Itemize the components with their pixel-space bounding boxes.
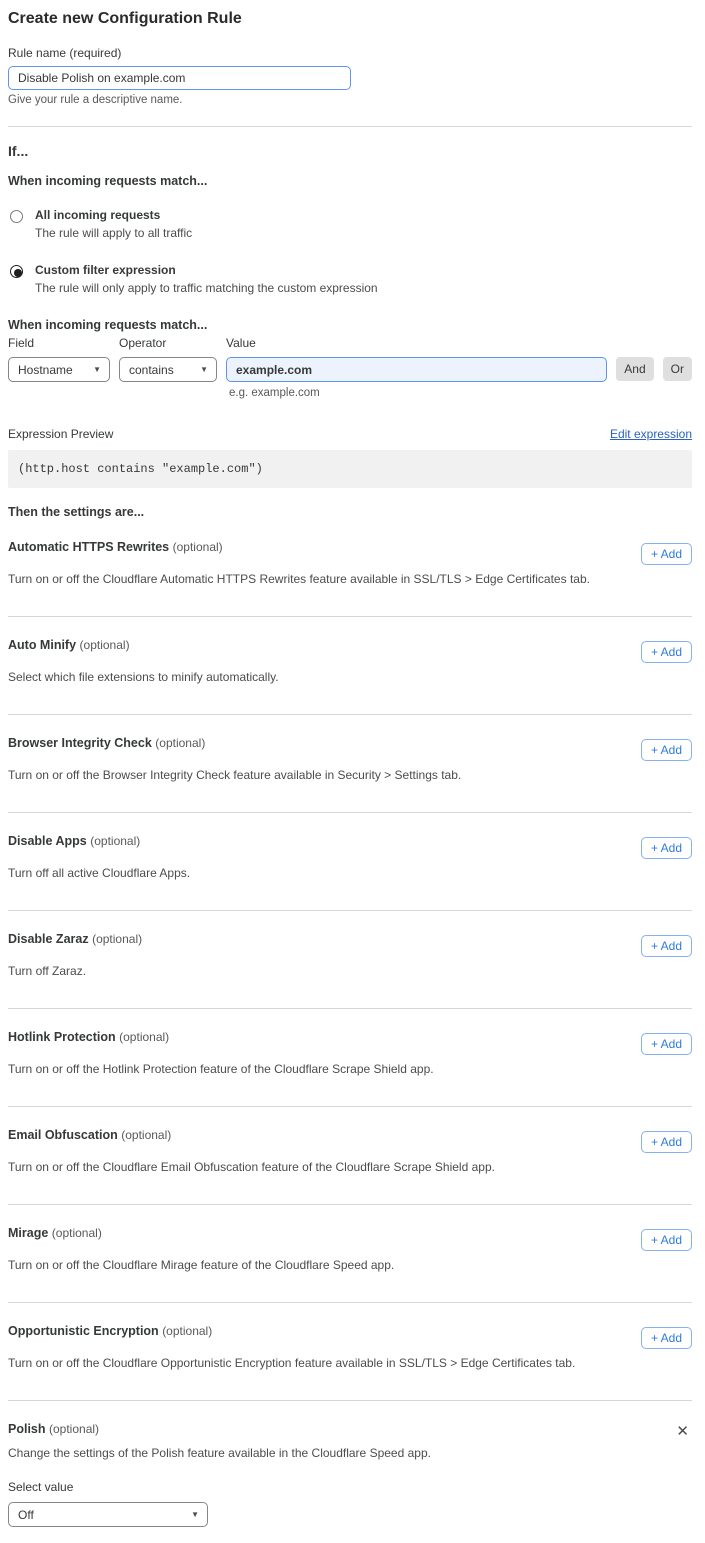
radio-all-incoming-requests[interactable]: All incoming requests The rule will appl… bbox=[8, 208, 692, 240]
setting-description: Select which file extensions to minify a… bbox=[8, 670, 692, 714]
add-button[interactable]: + Add bbox=[641, 641, 692, 663]
operator-select[interactable]: contains ▼ bbox=[119, 357, 217, 382]
expression-preview-code: (http.host contains "example.com") bbox=[8, 450, 692, 488]
select-value-label: Select value bbox=[8, 1480, 692, 1494]
add-button[interactable]: + Add bbox=[641, 1033, 692, 1055]
setting-title: Opportunistic Encryption (optional) bbox=[8, 1324, 212, 1338]
setting-title: Polish (optional) bbox=[8, 1422, 99, 1436]
setting-row-browser-integrity-check: Browser Integrity Check (optional) + Add… bbox=[8, 715, 692, 813]
setting-title: Email Obfuscation (optional) bbox=[8, 1128, 171, 1142]
radio-label: All incoming requests bbox=[35, 208, 192, 223]
radio-selected-icon[interactable] bbox=[10, 265, 23, 278]
setting-title: Mirage (optional) bbox=[8, 1226, 102, 1240]
setting-description: Change the settings of the Polish featur… bbox=[8, 1446, 692, 1460]
setting-description: Turn off all active Cloudflare Apps. bbox=[8, 866, 692, 910]
setting-description: Turn on or off the Cloudflare Opportunis… bbox=[8, 1356, 692, 1400]
field-select-value: Hostname bbox=[18, 363, 73, 377]
expression-builder-label: When incoming requests match... bbox=[8, 318, 692, 332]
and-button[interactable]: And bbox=[616, 357, 653, 381]
chevron-down-icon: ▼ bbox=[191, 1510, 199, 1519]
optional-label: (optional) bbox=[80, 638, 130, 652]
optional-label: (optional) bbox=[49, 1422, 99, 1436]
setting-description: Turn on or off the Cloudflare Email Obfu… bbox=[8, 1160, 692, 1204]
setting-description: Turn on or off the Browser Integrity Che… bbox=[8, 768, 692, 812]
setting-title: Auto Minify (optional) bbox=[8, 638, 130, 652]
setting-row-automatic-https-rewrites: Automatic HTTPS Rewrites (optional) + Ad… bbox=[8, 519, 692, 617]
add-button[interactable]: + Add bbox=[641, 1327, 692, 1349]
expression-builder-row: Field Hostname ▼ Operator contains ▼ Val… bbox=[8, 336, 692, 382]
radio-unselected-icon[interactable] bbox=[10, 210, 23, 223]
setting-title: Disable Apps (optional) bbox=[8, 834, 140, 848]
field-label: Field bbox=[8, 336, 110, 350]
optional-label: (optional) bbox=[119, 1030, 169, 1044]
operator-select-value: contains bbox=[129, 363, 174, 377]
add-button[interactable]: + Add bbox=[641, 1229, 692, 1251]
setting-row-opportunistic-encryption: Opportunistic Encryption (optional) + Ad… bbox=[8, 1303, 692, 1401]
optional-label: (optional) bbox=[121, 1128, 171, 1142]
incoming-match-label: When incoming requests match... bbox=[8, 174, 692, 188]
polish-select-value: Off bbox=[18, 1508, 34, 1522]
optional-label: (optional) bbox=[52, 1226, 102, 1240]
rule-name-input[interactable] bbox=[8, 66, 351, 90]
or-button[interactable]: Or bbox=[663, 357, 692, 381]
rule-name-label: Rule name (required) bbox=[8, 46, 692, 60]
value-input[interactable] bbox=[226, 357, 607, 382]
value-label: Value bbox=[226, 336, 607, 350]
setting-row-auto-minify: Auto Minify (optional) + Add Select whic… bbox=[8, 617, 692, 715]
close-icon[interactable]: ✕ bbox=[676, 1425, 689, 1439]
setting-title: Automatic HTTPS Rewrites (optional) bbox=[8, 540, 223, 554]
setting-title: Disable Zaraz (optional) bbox=[8, 932, 142, 946]
setting-description: Turn off Zaraz. bbox=[8, 964, 692, 1008]
radio-custom-filter-expression[interactable]: Custom filter expression The rule will o… bbox=[8, 263, 692, 295]
rule-name-helper: Give your rule a descriptive name. bbox=[8, 94, 692, 106]
setting-row-mirage: Mirage (optional) + Add Turn on or off t… bbox=[8, 1205, 692, 1303]
divider bbox=[8, 126, 692, 127]
setting-row-disable-apps: Disable Apps (optional) + Add Turn off a… bbox=[8, 813, 692, 911]
radio-description: The rule will only apply to traffic matc… bbox=[35, 281, 378, 295]
then-settings-heading: Then the settings are... bbox=[8, 505, 692, 519]
setting-row-hotlink-protection: Hotlink Protection (optional) + Add Turn… bbox=[8, 1009, 692, 1107]
radio-description: The rule will apply to all traffic bbox=[35, 226, 192, 240]
polish-value-select[interactable]: Off ▼ bbox=[8, 1502, 208, 1527]
add-button[interactable]: + Add bbox=[641, 837, 692, 859]
add-button[interactable]: + Add bbox=[641, 935, 692, 957]
add-button[interactable]: + Add bbox=[641, 1131, 692, 1153]
setting-title: Browser Integrity Check (optional) bbox=[8, 736, 205, 750]
edit-expression-link[interactable]: Edit expression bbox=[610, 427, 692, 441]
setting-description: Turn on or off the Cloudflare Automatic … bbox=[8, 572, 692, 616]
add-button[interactable]: + Add bbox=[641, 543, 692, 565]
optional-label: (optional) bbox=[92, 932, 142, 946]
chevron-down-icon: ▼ bbox=[200, 365, 208, 374]
optional-label: (optional) bbox=[90, 834, 140, 848]
setting-description: Turn on or off the Cloudflare Mirage fea… bbox=[8, 1258, 692, 1302]
setting-row-email-obfuscation: Email Obfuscation (optional) + Add Turn … bbox=[8, 1107, 692, 1205]
field-select[interactable]: Hostname ▼ bbox=[8, 357, 110, 382]
value-helper: e.g. example.com bbox=[229, 387, 692, 399]
add-button[interactable]: + Add bbox=[641, 739, 692, 761]
operator-label: Operator bbox=[119, 336, 217, 350]
setting-row-disable-zaraz: Disable Zaraz (optional) + Add Turn off … bbox=[8, 911, 692, 1009]
setting-title: Hotlink Protection (optional) bbox=[8, 1030, 169, 1044]
setting-row-polish: Polish (optional) ✕ Change the settings … bbox=[8, 1401, 692, 1527]
optional-label: (optional) bbox=[155, 736, 205, 750]
optional-label: (optional) bbox=[162, 1324, 212, 1338]
chevron-down-icon: ▼ bbox=[93, 365, 101, 374]
radio-label: Custom filter expression bbox=[35, 263, 378, 278]
setting-description: Turn on or off the Hotlink Protection fe… bbox=[8, 1062, 692, 1106]
settings-list: Automatic HTTPS Rewrites (optional) + Ad… bbox=[8, 519, 692, 1527]
expression-preview-label: Expression Preview bbox=[8, 427, 113, 441]
optional-label: (optional) bbox=[173, 540, 223, 554]
if-heading: If... bbox=[8, 143, 692, 159]
page-title: Create new Configuration Rule bbox=[8, 10, 692, 28]
rule-name-group: Rule name (required) Give your rule a de… bbox=[8, 46, 692, 106]
